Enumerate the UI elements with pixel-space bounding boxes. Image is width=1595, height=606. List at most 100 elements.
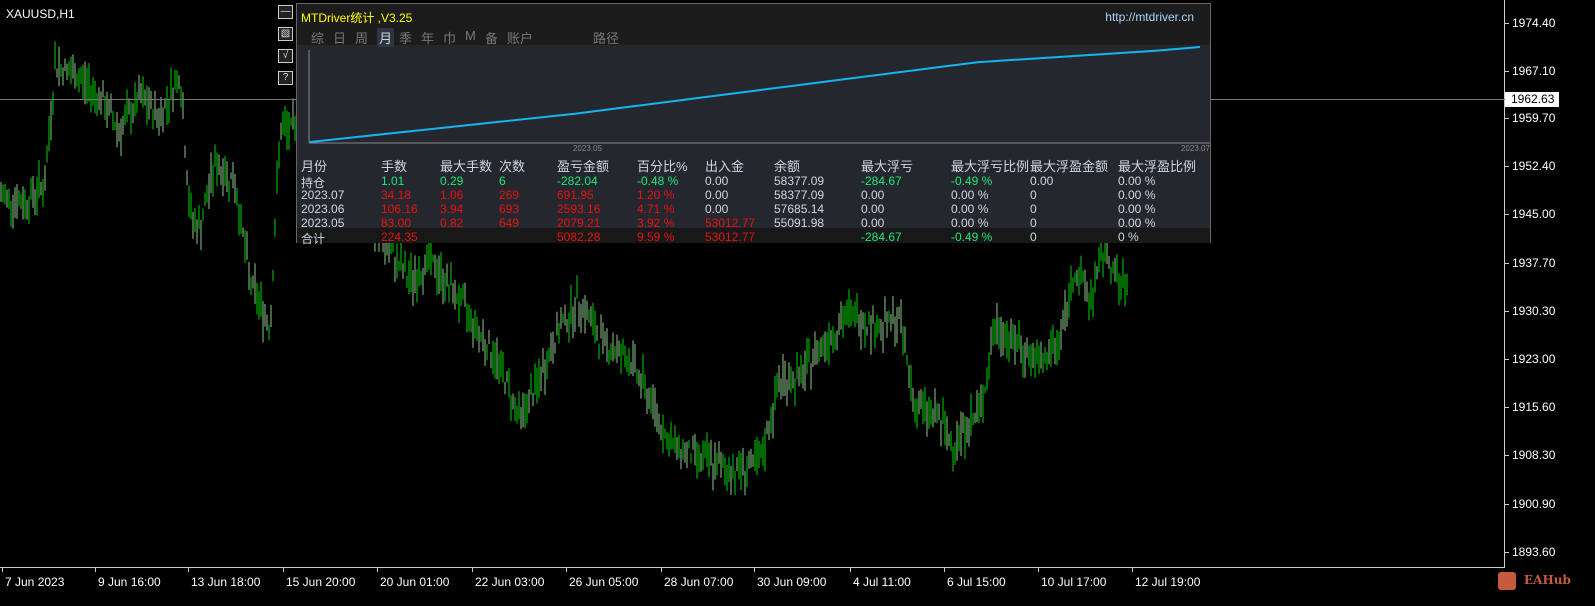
panel-title: MTDriver统计 ,V3.25 xyxy=(301,11,413,25)
table-cell: 106.16 xyxy=(381,202,418,216)
price-tick xyxy=(1505,71,1509,72)
table-cell: 57685.14 xyxy=(774,202,825,216)
table-cell: 0 xyxy=(1030,216,1037,230)
table-cell: -282.04 xyxy=(557,174,598,188)
pattern-button[interactable]: ▧ xyxy=(278,27,293,41)
time-tick-label: 4 Jul 11:00 xyxy=(853,575,911,589)
time-tick xyxy=(1132,568,1133,572)
column-header: 最大浮盈比例 xyxy=(1118,159,1197,174)
table-cell: 1.01 xyxy=(381,174,405,188)
price-tick-label: 1893.60 xyxy=(1512,545,1556,559)
price-tick xyxy=(1505,23,1509,24)
column-header: 手数 xyxy=(381,159,408,174)
time-tick xyxy=(95,568,96,572)
time-tick-label: 20 Jun 01:00 xyxy=(380,575,450,589)
time-tick-label: 12 Jul 19:00 xyxy=(1135,575,1201,589)
price-tick xyxy=(1505,166,1509,167)
mtdriver-stats-panel: MTDriver统计 ,V3.25 http://mtdriver.cn 综日周… xyxy=(296,3,1211,246)
price-tick-label: 1952.40 xyxy=(1512,159,1556,173)
equity-end-label: 2023.07 xyxy=(1181,144,1210,153)
table-cell: 0.00 % xyxy=(1118,188,1156,202)
price-tick xyxy=(1505,407,1509,408)
price-tick xyxy=(1505,455,1509,456)
price-tick xyxy=(1505,311,1509,312)
time-tick xyxy=(661,568,662,572)
table-cell: 0 xyxy=(1030,202,1037,216)
table-cell: 0.00 % xyxy=(1118,202,1156,216)
panel-url-link[interactable]: http://mtdriver.cn xyxy=(1105,10,1194,24)
table-cell: 0.00 xyxy=(705,202,729,216)
table-cell: 53012.77 xyxy=(705,230,756,244)
table-cell: 58377.09 xyxy=(774,188,825,202)
price-tick xyxy=(1505,359,1509,360)
column-header: 最大浮盈金额 xyxy=(1030,159,1109,174)
time-tick xyxy=(566,568,567,572)
table-cell: 0.82 xyxy=(440,216,464,230)
table-cell: -284.67 xyxy=(861,174,902,188)
time-tick-label: 13 Jun 18:00 xyxy=(191,575,261,589)
help-button[interactable]: ? xyxy=(278,71,293,85)
table-cell: 0 xyxy=(1030,230,1037,244)
time-tick xyxy=(754,568,755,572)
table-cell: 5082.28 xyxy=(557,230,601,244)
price-tick-label: 1908.30 xyxy=(1512,448,1556,462)
table-cell: 0.00 xyxy=(705,174,729,188)
time-tick xyxy=(2,568,3,572)
table-cell: 3.94 xyxy=(440,202,464,216)
time-tick-label: 26 Jun 05:00 xyxy=(569,575,639,589)
time-tick xyxy=(377,568,378,572)
check-button[interactable]: √ xyxy=(278,49,293,63)
price-tick-label: 1923.00 xyxy=(1512,352,1556,366)
price-tick-label: 1967.10 xyxy=(1512,64,1556,78)
table-cell: 269 xyxy=(499,188,520,202)
table-cell: 2023.06 xyxy=(301,202,345,216)
table-cell: 34.18 xyxy=(381,188,412,202)
table-cell: 0.29 xyxy=(440,174,464,188)
column-header: 出入金 xyxy=(705,159,745,174)
table-cell: 2593.16 xyxy=(557,202,601,216)
column-header: 次数 xyxy=(499,159,526,174)
price-tick xyxy=(1505,263,1509,264)
price-tick-label: 1930.30 xyxy=(1512,304,1556,318)
table-cell: 0.00 xyxy=(861,216,885,230)
price-tick-label: 1959.70 xyxy=(1512,111,1556,125)
price-tick-label: 1915.60 xyxy=(1512,400,1556,414)
time-tick xyxy=(472,568,473,572)
column-header: 最大浮亏 xyxy=(861,159,914,174)
table-cell: 224.35 xyxy=(381,230,418,244)
time-tick-label: 28 Jun 07:00 xyxy=(664,575,734,589)
table-cell: 0.00 xyxy=(1030,174,1054,188)
table-cell: -0.49 % xyxy=(951,230,993,244)
table-cell: 0.00 % xyxy=(951,216,989,230)
time-tick-label: 22 Jun 03:00 xyxy=(475,575,545,589)
column-header: 盈亏金额 xyxy=(557,159,610,174)
table-cell: 3.92 % xyxy=(637,216,675,230)
table-cell: 合计 xyxy=(301,232,326,246)
table-cell: 0.00 % xyxy=(1118,216,1156,230)
tab-7[interactable]: M xyxy=(465,28,476,43)
time-tick-label: 7 Jun 2023 xyxy=(5,575,65,589)
time-tick-label: 10 Jul 17:00 xyxy=(1041,575,1107,589)
price-tick xyxy=(1505,214,1509,215)
time-tick-label: 15 Jun 20:00 xyxy=(286,575,356,589)
minimize-button[interactable]: — xyxy=(278,5,293,19)
table-cell: 1.06 xyxy=(440,188,464,202)
table-cell: -0.48 % xyxy=(637,174,679,188)
column-header: 最大浮亏比例 xyxy=(951,159,1030,174)
watermark: EAHub xyxy=(1524,573,1571,587)
eahub-logo-icon xyxy=(1498,572,1516,590)
table-cell: 0.00 xyxy=(705,188,729,202)
price-tick xyxy=(1505,118,1509,119)
time-tick-label: 30 Jun 09:00 xyxy=(757,575,827,589)
price-tick-label: 1937.70 xyxy=(1512,256,1556,270)
time-tick-label: 9 Jun 16:00 xyxy=(98,575,161,589)
time-tick xyxy=(188,568,189,572)
table-cell: 0.00 % xyxy=(1118,174,1156,188)
time-tick xyxy=(944,568,945,572)
column-header: 余额 xyxy=(774,159,801,174)
table-cell: 2023.07 xyxy=(301,188,345,202)
table-cell: 55091.98 xyxy=(774,216,825,230)
table-cell: 4.71 % xyxy=(637,202,675,216)
time-tick-label: 6 Jul 15:00 xyxy=(947,575,1006,589)
price-tick xyxy=(1505,504,1509,505)
